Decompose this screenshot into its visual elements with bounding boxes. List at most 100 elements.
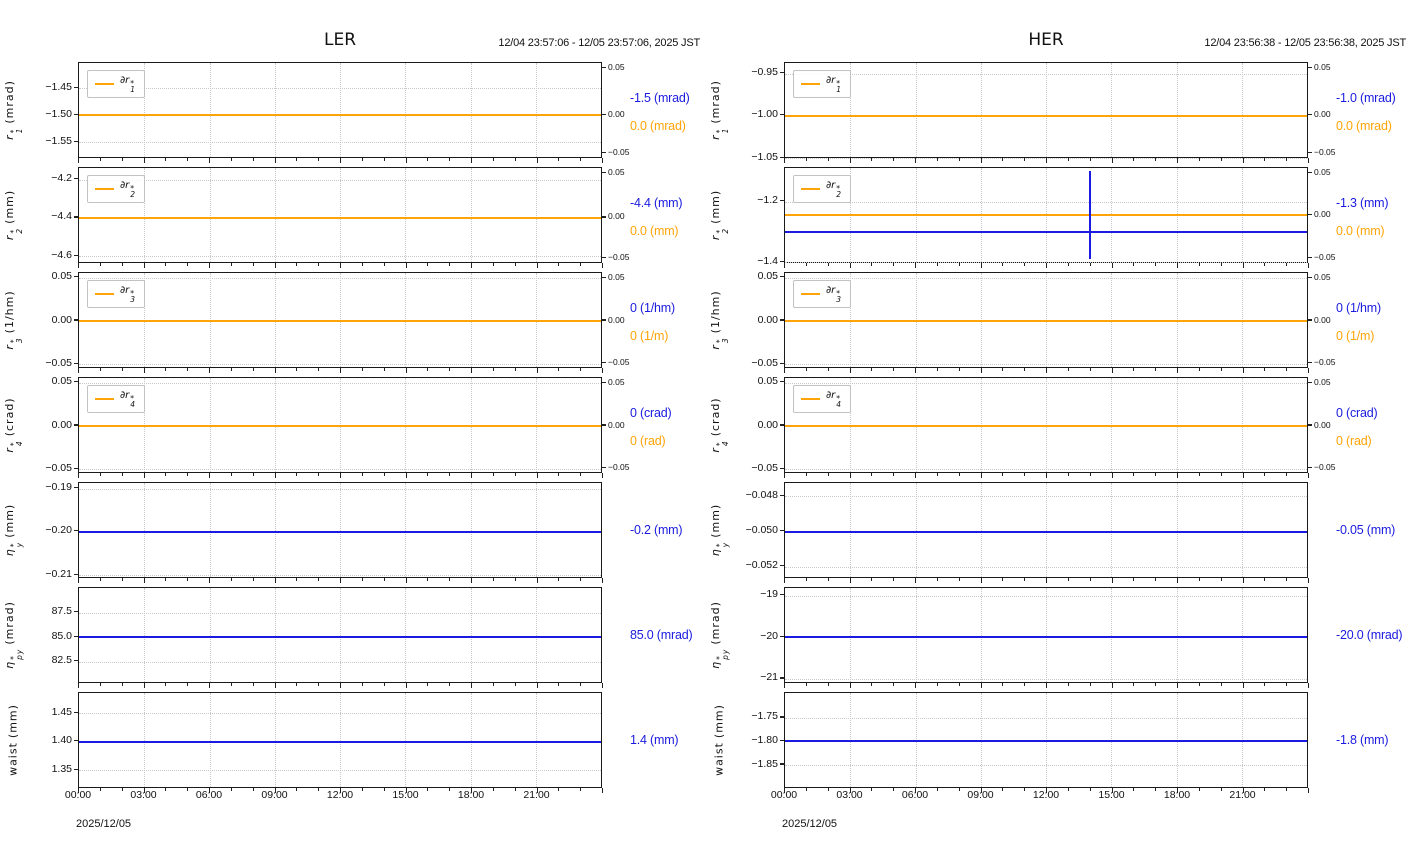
- x-major-tick-mark: [784, 473, 786, 478]
- y-gridline: [79, 770, 601, 772]
- x-major-tick-mark: [784, 578, 786, 583]
- spike-line: [1089, 170, 1092, 260]
- x-minor-tick-mark: [427, 368, 429, 371]
- x-major-tick-mark: [1111, 368, 1113, 373]
- x-minor-tick-mark: [99, 578, 101, 581]
- delta-axis-tick-label: 0.05: [1314, 166, 1331, 177]
- x-major-tick-mark: [602, 368, 604, 373]
- x-tick-label: 15:00: [392, 789, 419, 801]
- x-gridline: [340, 588, 341, 682]
- delta-series-line: [79, 114, 601, 117]
- x-minor-tick-mark: [383, 368, 385, 371]
- x-minor-tick-mark: [1089, 578, 1091, 581]
- y-gridline: [785, 277, 1307, 279]
- x-minor-tick-mark: [318, 158, 320, 161]
- x-minor-tick-mark: [580, 578, 582, 581]
- x-minor-tick-mark: [558, 368, 560, 371]
- current-value-readout: 1.4 (mm): [630, 733, 679, 747]
- x-minor-tick-mark: [1155, 473, 1157, 476]
- y-tick-label: 87.5: [51, 605, 72, 618]
- x-major-tick-mark: [209, 263, 211, 268]
- legend: ∂r * 3: [793, 280, 852, 308]
- her-panels: r * 1 (mrad) −0.95 −1.00 −1.05 ∂r * 1 0.05 0.00 −0.0…: [706, 62, 1412, 793]
- x-major-tick-mark: [849, 263, 851, 268]
- x-minor-tick-mark: [427, 683, 429, 686]
- delta-axis-tick-label: 0.00: [1314, 109, 1331, 120]
- ler-x-axis: 00:00 03:00 06:00 09:00 12:00 15:00 18:00 21:00: [0, 788, 706, 805]
- legend-label: ∂r * 2: [120, 180, 136, 199]
- x-major-tick-mark: [1177, 263, 1179, 268]
- plot-panel: r * 1 (mrad) −0.95 −1.00 −1.05 ∂r * 1 0.05 0.00 −0.0…: [706, 62, 1412, 163]
- x-minor-tick-mark: [580, 683, 582, 686]
- y-gridline: [785, 201, 1307, 203]
- x-minor-tick-mark: [805, 473, 807, 476]
- plot-area: [784, 587, 1308, 683]
- y-tick-label: −19: [760, 588, 778, 600]
- x-minor-tick-mark: [1198, 473, 1200, 476]
- delta-axis-tick-label: −0.05: [608, 357, 630, 368]
- delta-axis-tick-mark: [602, 257, 606, 259]
- y-tick-label: −1.05: [751, 150, 778, 163]
- x-major-tick-mark: [143, 473, 145, 478]
- x-gridline: [1111, 63, 1113, 157]
- x-major-tick-mark: [536, 578, 538, 583]
- x-minor-tick-mark: [805, 263, 807, 266]
- x-minor-tick-mark: [252, 473, 254, 476]
- x-minor-tick-mark: [1024, 683, 1026, 686]
- x-minor-tick-mark: [1002, 158, 1004, 161]
- x-major-tick-mark: [536, 158, 538, 163]
- x-major-tick-mark: [1046, 158, 1048, 163]
- x-minor-tick-mark: [1089, 683, 1091, 686]
- y-tick-label: −0.05: [45, 356, 72, 369]
- delta-axis-tick-label: 0.00: [608, 314, 625, 325]
- delta-axis-tick-mark: [1308, 319, 1312, 321]
- x-major-tick-mark: [536, 368, 538, 373]
- current-value-readout: -1.0 (mrad): [1336, 90, 1396, 105]
- x-minor-tick-mark: [805, 683, 807, 686]
- x-major-tick-mark: [78, 368, 80, 373]
- x-tick-label: 06:00: [195, 789, 223, 801]
- delta-axis-tick-label: −0.05: [608, 462, 630, 473]
- delta-axis-tick-label: 0.05: [1314, 271, 1331, 282]
- x-major-tick-mark: [340, 158, 342, 163]
- current-value-readout: 0 (1/m): [1336, 329, 1375, 344]
- x-gridline: [209, 168, 211, 262]
- plot-panel: r * 1 (mrad) −1.45 −1.50 −1.55 ∂r * 1 0.05 0.00 −0.0…: [0, 62, 706, 163]
- legend: ∂r * 1: [793, 70, 852, 98]
- x-minor-tick-mark: [580, 158, 582, 161]
- x-minor-tick-mark: [252, 578, 254, 581]
- x-minor-tick-mark: [1264, 683, 1266, 686]
- x-minor-tick-mark: [427, 263, 429, 266]
- x-minor-tick-mark: [492, 368, 494, 371]
- delta-axis-tick-mark: [602, 216, 606, 218]
- x-major-tick-mark: [980, 683, 982, 688]
- x-gridline: [915, 63, 917, 157]
- y-gridline: [79, 713, 601, 715]
- x-gridline: [980, 63, 982, 157]
- x-minor-tick-mark: [318, 368, 320, 371]
- plot-area: ∂r * 2: [78, 167, 602, 263]
- y-tick-label: −0.052: [745, 559, 778, 572]
- x-tick-label: 09:00: [967, 789, 994, 801]
- x-minor-tick-mark: [296, 473, 298, 476]
- x-minor-tick-mark: [1286, 263, 1288, 266]
- x-minor-tick-mark: [827, 158, 829, 161]
- value-series-line: [785, 636, 1307, 639]
- y-tick-label: −4.4: [51, 210, 72, 223]
- x-minor-tick-mark: [252, 263, 254, 266]
- x-major-tick-mark: [274, 263, 276, 268]
- plot-area: ∂r * 1: [78, 62, 602, 158]
- x-major-tick-mark: [1177, 368, 1179, 373]
- x-major-tick-mark: [405, 473, 407, 478]
- delta-axis-tick-mark: [602, 467, 606, 469]
- delta-axis-tick-mark: [1308, 257, 1312, 259]
- y-tick-label: −0.050: [745, 524, 778, 537]
- x-major-tick-mark: [1242, 473, 1244, 478]
- x-minor-tick-mark: [558, 473, 560, 476]
- plot-panel: r * 3 (1/hm) 0.05 0.00 −0.05 ∂r * 3 0.05 0.00 −0.05 0…: [0, 270, 706, 373]
- delta-series-line: [79, 425, 601, 427]
- x-minor-tick-mark: [187, 158, 189, 161]
- x-tick-label: 03:00: [130, 789, 157, 801]
- delta-axis-tick-mark: [602, 319, 606, 321]
- x-minor-tick-mark: [805, 368, 807, 371]
